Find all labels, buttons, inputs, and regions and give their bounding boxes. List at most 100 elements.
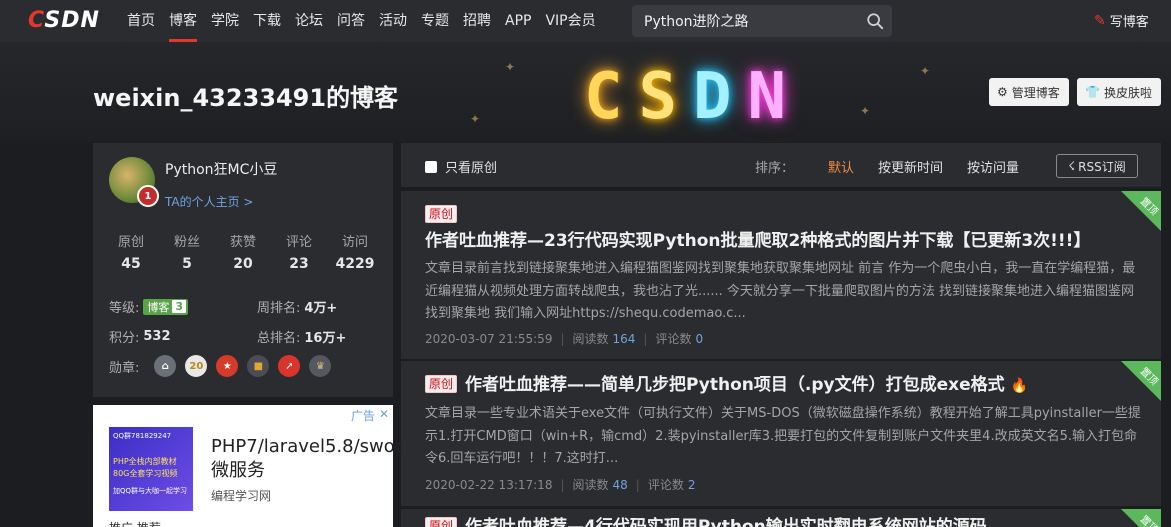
nav-topics[interactable]: 专题 [414,0,456,42]
username[interactable]: Python狂MC小豆 [165,159,277,179]
stat-original[interactable]: 原创 45 [103,231,159,272]
ad-title[interactable]: PHP7/laravel5.8/swoole/微服务 [211,435,428,484]
original-tag: 原创 [425,205,458,223]
nav-home[interactable]: 首页 [120,0,162,42]
sort-default[interactable]: 默认 [828,157,854,176]
article-title[interactable]: 原创 作者吐血推荐—4行代码实现用Python输出实时翻电系统网站的源码 [425,515,1125,527]
week-rank-label: 周排名: [257,301,301,316]
views-count: 48 [612,477,628,492]
nav-app[interactable]: APP [498,0,538,42]
level-row: 等级: 博客 3 [109,297,189,316]
rss-icon: ☇ [1068,159,1076,173]
homepage-link[interactable]: TA的个人主页 > [165,193,253,210]
pinned-ribbon: 置顶 [1121,361,1161,401]
shirt-icon: 👕 [1085,85,1100,99]
ad-banner[interactable]: 广告 ✕ QQ群781829247 PHP全栈内部教材 80G全套学习视频 加Q… [93,405,428,527]
ad-img-top: QQ群781829247 [113,432,172,440]
neon-letter: C [583,60,623,134]
nav-jobs[interactable]: 招聘 [456,0,498,42]
search-icon[interactable] [866,12,884,30]
total-rank-label: 总排名: [257,331,301,346]
ad-img-line2: 80G全套学习视频 [113,468,178,478]
pinned-label: 置顶 [1137,365,1160,388]
article-title-text: 作者吐血推荐——简单几步把Python项目（.py文件）打包成exe格式 [465,375,1005,395]
stat-label: 访问 [341,235,368,250]
crown-medal-icon[interactable]: ♛ [309,355,332,377]
sort-by-views[interactable]: 按访问量 [967,157,1019,176]
level-label: 等级: [109,301,140,316]
close-icon[interactable]: ✕ [379,407,389,421]
profile-card: 1 Python狂MC小豆 TA的个人主页 > 原创 45 粉丝 5 获赞 20… [93,143,393,397]
rss-label: RSS订阅 [1078,159,1126,174]
github-medal-icon[interactable]: ⌂ [154,355,177,377]
article-item[interactable]: 置顶 原创 作者吐血推荐—4行代码实现用Python输出实时翻电系统网站的源码 [401,509,1161,527]
medals-label: 勋章: [109,360,140,376]
avatar[interactable]: 1 [109,157,159,207]
checkin-medal-icon[interactable]: ■ [247,355,270,377]
stat-label: 获赞 [229,235,256,250]
rocket-medal-icon[interactable]: ➚ [278,355,301,377]
nav-events[interactable]: 活动 [372,0,414,42]
nav-qa[interactable]: 问答 [330,0,372,42]
nav-blog[interactable]: 博客 [162,0,204,42]
comments-count: 0 [695,331,704,346]
only-original-filter[interactable]: 只看原创 [425,157,497,176]
total-rank-value: 16万+ [304,331,347,346]
search-input[interactable] [632,13,854,29]
stat-value: 23 [289,256,309,272]
manage-blog-button[interactable]: ⚙ 管理博客 [989,78,1069,106]
original-tag: 原创 [425,375,458,393]
level-badge[interactable]: 博客 3 [143,298,189,315]
nav-vip[interactable]: VIP会员 [538,0,602,42]
article-title[interactable]: 原创 作者吐血推荐——简单几步把Python项目（.py文件）打包成exe格式 🔥 [425,373,1125,399]
only-original-checkbox[interactable] [425,160,437,173]
neon-letter: D [693,60,732,134]
stat-label: 评论 [285,235,312,250]
stat-likes[interactable]: 获赞 20 [215,231,271,272]
sparkle-icon: ✦ [860,104,871,118]
views-label: 阅读数 [572,332,609,346]
sort-by-update[interactable]: 按更新时间 [878,157,943,176]
change-skin-button[interactable]: 👕 换皮肤啦 [1077,78,1161,106]
ad-img-bottom: 加QQ群与大咖一起学习 [113,486,188,495]
article-description[interactable]: 文章目录前言找到链接聚集地进入编程猫图鉴网找到聚集地获取聚集地网址 前言 作为一… [425,258,1143,326]
comments-label: 评论数 [647,478,684,492]
rss-subscribe-button[interactable]: ☇ RSS订阅 [1056,154,1138,178]
nav-academy[interactable]: 学院 [204,0,246,42]
nav-forum[interactable]: 论坛 [288,0,330,42]
meta-separator: | [560,477,565,492]
stat-visits[interactable]: 访问 4229 [327,231,383,272]
nav-download[interactable]: 下载 [246,0,288,42]
article-item[interactable]: 置顶 原创作者吐血推荐—23行代码实现Python批量爬取2种格式的图片并下载【… [401,191,1161,359]
twenty-medal-icon[interactable]: 20 [185,355,208,377]
search-box [632,5,892,37]
level-tag-text: 博客 [147,300,170,314]
only-original-label: 只看原创 [445,161,498,176]
article-date: 2020-02-22 13:17:18 [425,477,553,492]
change-skin-label: 换皮肤啦 [1103,85,1152,100]
points-value: 532 [143,329,171,344]
sort-options: 排序： 默认 按更新时间 按访问量 [755,157,1043,176]
ad-image[interactable]: QQ群781829247 PHP全栈内部教材 80G全套学习视频 加QQ群与大咖… [109,427,193,511]
neon-letter: N [747,60,787,134]
article-date: 2020-03-07 21:55:59 [425,331,553,346]
total-rank-row: 总排名: 16万+ [257,327,346,346]
views-label: 阅读数 [572,478,609,492]
week-rank-row: 周排名: 4万+ [257,297,337,316]
article-item[interactable]: 置顶 原创 作者吐血推荐——简单几步把Python项目（.py文件）打包成exe格… [401,361,1161,506]
hot-medal-icon[interactable]: ★ [216,355,239,377]
article-description[interactable]: 文章目录一些专业术语关于exe文件（可执行文件）关于MS-DOS（微软磁盘操作系… [425,403,1143,471]
meta-separator: | [635,477,640,492]
csdn-logo[interactable]: CSDN [28,8,100,33]
blog-title: weixin_43233491的博客 [93,84,399,112]
write-blog-button[interactable]: ✎ 写博客 [1094,11,1149,31]
meta-separator: | [560,331,565,346]
meta-separator: | [643,331,648,346]
article-title[interactable]: 原创作者吐血推荐—23行代码实现Python批量爬取2种格式的图片并下载【已更新… [425,203,1125,254]
article-title-text: 作者吐血推荐—23行代码实现Python批量爬取2种格式的图片并下载【已更新3次… [425,230,1091,251]
stat-comments[interactable]: 评论 23 [271,231,327,272]
gear-icon: ⚙ [997,85,1008,99]
points-row: 积分: 532 [109,327,171,346]
stat-fans[interactable]: 粉丝 5 [159,231,215,272]
ad-footer: 推广 推荐 ... [109,519,176,527]
